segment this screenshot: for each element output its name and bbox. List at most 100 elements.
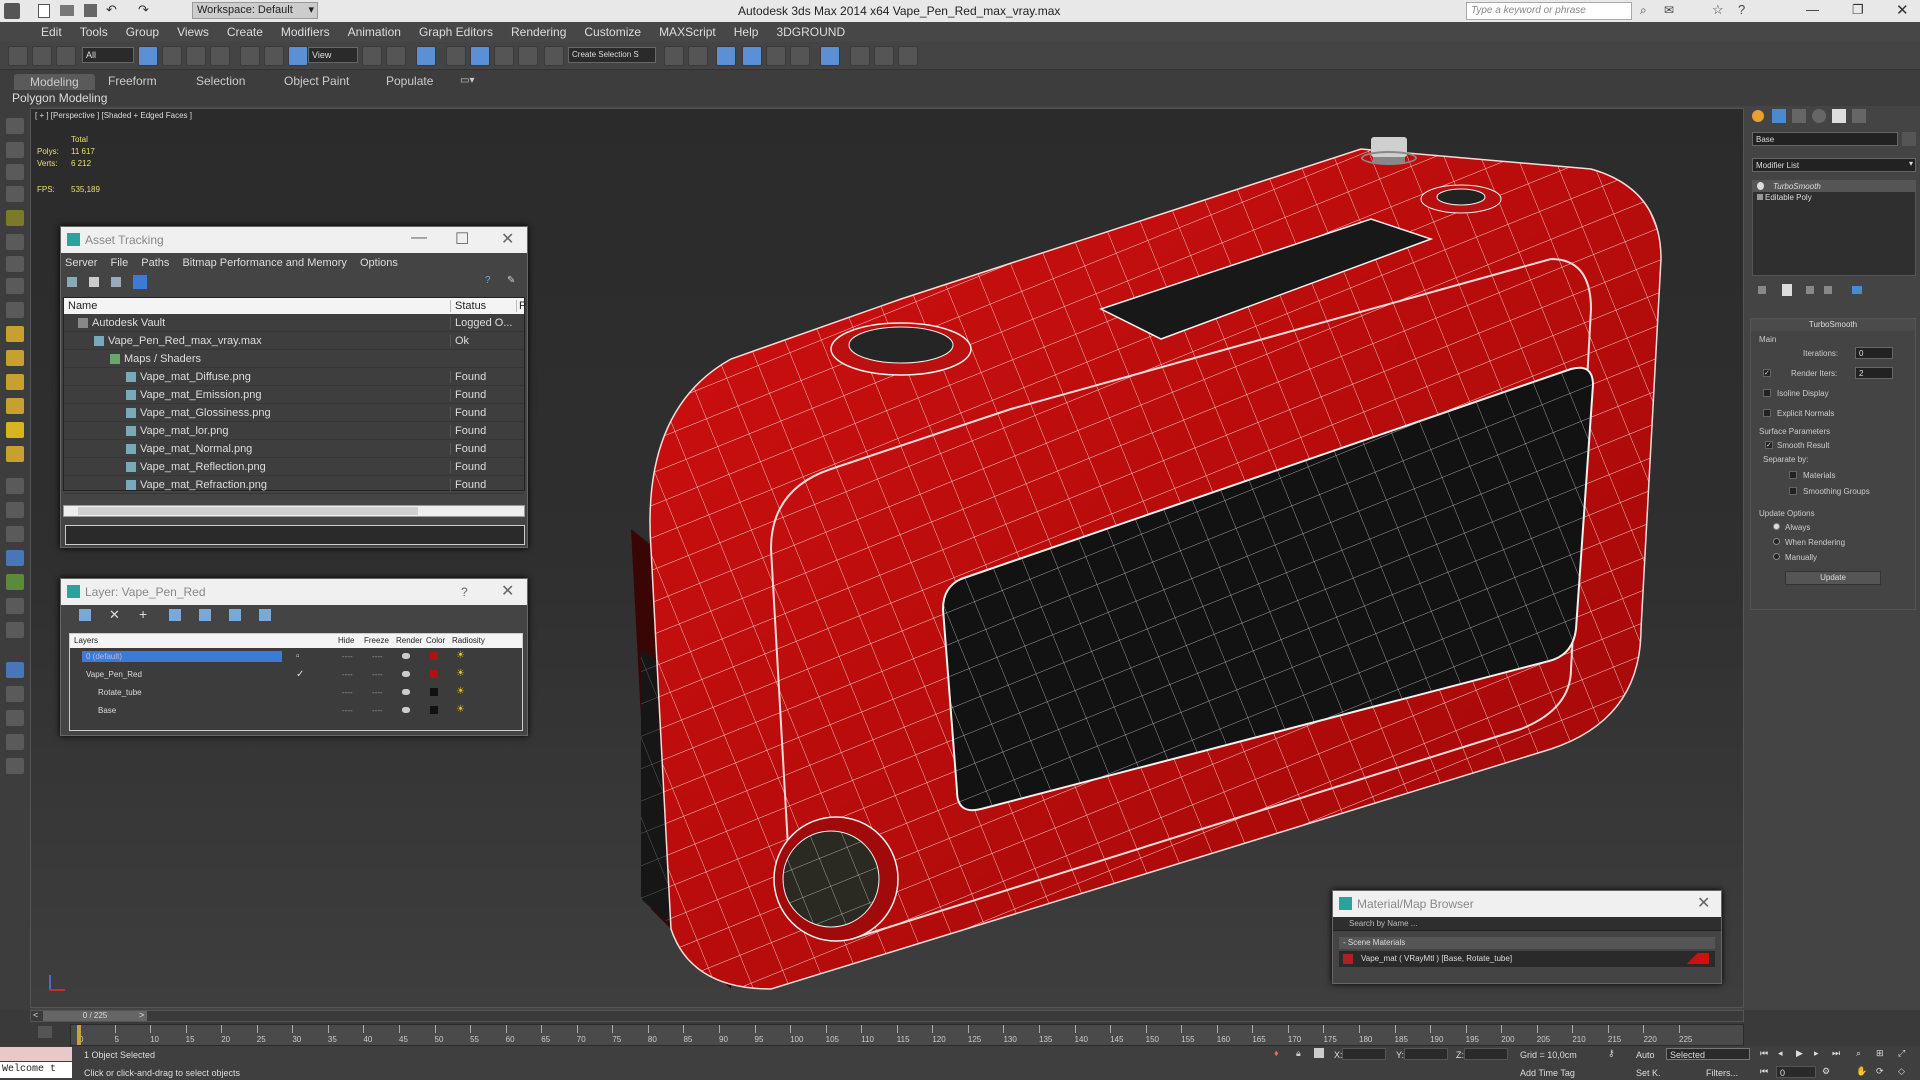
- hide-toggle[interactable]: ----: [342, 688, 353, 697]
- layer-manager-icon[interactable]: [6, 164, 24, 180]
- prev-frame-icon[interactable]: ◂: [1778, 1048, 1783, 1059]
- fov-icon[interactable]: ◇: [1898, 1066, 1905, 1077]
- layer-explorer-icon[interactable]: [716, 46, 736, 66]
- z-coord-field[interactable]: [1464, 1048, 1508, 1060]
- shape-icon[interactable]: [6, 302, 24, 318]
- graphite-icon[interactable]: [6, 186, 24, 202]
- pan-icon[interactable]: ✋: [1856, 1066, 1867, 1077]
- render-iters-checkbox[interactable]: ✓: [1763, 369, 1771, 377]
- materials-checkbox[interactable]: [1789, 471, 1797, 479]
- layer-window-titlebar[interactable]: Layer: Vape_Pen_Red ? ✕: [61, 579, 527, 605]
- asset-row[interactable]: Maps / Shaders: [64, 350, 524, 368]
- minimize-button[interactable]: —: [1806, 2, 1819, 17]
- link-icon[interactable]: [8, 46, 28, 66]
- render-teapot-icon[interactable]: [402, 689, 410, 695]
- set-key-button[interactable]: Set K.: [1636, 1068, 1661, 1078]
- zoom-all-icon[interactable]: ⊞: [1876, 1048, 1884, 1059]
- manually-radio[interactable]: [1773, 553, 1780, 560]
- close-button[interactable]: ✕: [501, 581, 514, 601]
- auto-key-button[interactable]: Auto: [1636, 1050, 1655, 1060]
- help-icon[interactable]: ?: [1738, 2, 1745, 17]
- hide-toggle[interactable]: ----: [342, 670, 353, 679]
- menu-item-options[interactable]: Options: [360, 257, 398, 269]
- menu-item-customize[interactable]: Customize: [575, 22, 650, 39]
- search-input[interactable]: Type a keyword or phrase: [1466, 2, 1632, 20]
- isoline-checkbox[interactable]: [1763, 389, 1771, 397]
- time-slider[interactable]: < 0 / 225 >: [30, 1010, 1744, 1022]
- col-hide[interactable]: Hide: [338, 636, 354, 645]
- sun-icon[interactable]: [6, 422, 24, 438]
- freeze-toggle[interactable]: ----: [372, 706, 383, 715]
- current-layer-icon[interactable]: ▫: [296, 651, 300, 662]
- edit-named-sets-icon[interactable]: [544, 46, 564, 66]
- x-coord-field[interactable]: [1342, 1048, 1386, 1060]
- keyboard-shortcut-icon[interactable]: [416, 46, 436, 66]
- time-slider-thumb[interactable]: 0 / 225: [43, 1011, 147, 1021]
- pin-icon[interactable]: ✎: [507, 275, 515, 286]
- globe-icon[interactable]: [6, 550, 24, 566]
- ribbon-options-icon[interactable]: ▭▾: [460, 75, 474, 86]
- asset-path-field[interactable]: [65, 525, 525, 545]
- hide-toggle[interactable]: ----: [342, 652, 353, 661]
- redo-icon[interactable]: ↷: [138, 2, 149, 18]
- modifier-list-dropdown[interactable]: Modifier List ▾: [1752, 158, 1916, 172]
- menu-item-group[interactable]: Group: [117, 22, 168, 39]
- box-icon[interactable]: [6, 326, 24, 342]
- menu-item-server[interactable]: Server: [65, 257, 97, 269]
- select-by-name-icon[interactable]: [162, 46, 182, 66]
- layer-row[interactable]: Base ---- ---- ☀: [70, 702, 522, 720]
- always-radio[interactable]: [1773, 523, 1780, 530]
- iterations-spinner[interactable]: 0: [1855, 347, 1893, 359]
- save-file-icon[interactable]: [84, 4, 97, 17]
- world-icon[interactable]: [6, 662, 24, 678]
- menu-item-graph-editors[interactable]: Graph Editors: [410, 22, 502, 39]
- layer-row[interactable]: 0 (default) ▫ ---- ---- ☀: [70, 648, 522, 666]
- add-to-layer-icon[interactable]: +: [139, 606, 147, 622]
- snaps-toggle-icon[interactable]: [446, 46, 466, 66]
- render-iters-spinner[interactable]: 2: [1855, 367, 1893, 379]
- current-frame-field[interactable]: 0: [1776, 1066, 1816, 1078]
- add-time-tag[interactable]: Add Time Tag: [1520, 1068, 1575, 1078]
- time-config-icon[interactable]: ⚙: [1822, 1066, 1830, 1077]
- asset-row[interactable]: Vape_mat_Diffuse.png Found: [64, 368, 524, 386]
- list-view-icon[interactable]: [89, 277, 99, 287]
- col-freeze[interactable]: Freeze: [364, 636, 389, 645]
- object-name-field[interactable]: Base: [1752, 132, 1898, 146]
- bind-space-warp-icon[interactable]: [56, 46, 76, 66]
- remove-modifier-icon[interactable]: [1824, 286, 1832, 294]
- asset-row[interactable]: Vape_mat_Emission.png Found: [64, 386, 524, 404]
- asset-row[interactable]: Vape_mat_Reflection.png Found: [64, 458, 524, 476]
- stack-item-turbosmooth[interactable]: TurboSmooth: [1753, 181, 1915, 192]
- create-tab-icon[interactable]: [1752, 110, 1764, 122]
- maximize-button[interactable]: ❐: [1852, 2, 1864, 18]
- workspace-dropdown[interactable]: Workspace: Default ▾: [192, 2, 318, 19]
- freeze-toggle[interactable]: ----: [372, 670, 383, 679]
- close-button[interactable]: ✕: [501, 229, 514, 249]
- move-icon[interactable]: [240, 46, 260, 66]
- layer-color-swatch[interactable]: [430, 688, 438, 696]
- absolute-mode-icon[interactable]: [1314, 1048, 1324, 1058]
- schematic-view-icon[interactable]: [790, 46, 810, 66]
- cloth-icon[interactable]: [6, 686, 24, 702]
- when-rendering-radio[interactable]: [1773, 538, 1780, 545]
- lock-selection-icon[interactable]: 🔒︎: [1296, 1048, 1301, 1059]
- binoculars-icon[interactable]: ⌕: [1640, 3, 1647, 18]
- asset-tracking-titlebar[interactable]: Asset Tracking — ☐ ✕: [61, 227, 527, 253]
- info-center-icon[interactable]: ✉: [1664, 3, 1674, 17]
- close-button[interactable]: ✕: [1896, 1, 1909, 19]
- table-view-icon[interactable]: [111, 277, 121, 287]
- pipe-icon[interactable]: [6, 710, 24, 726]
- menu-item-animation[interactable]: Animation: [339, 22, 410, 39]
- menu-item-file[interactable]: File: [110, 257, 128, 269]
- menu-item-create[interactable]: Create: [218, 22, 272, 39]
- layer-color-swatch[interactable]: [430, 652, 438, 660]
- spacewarp-icon[interactable]: [6, 478, 24, 494]
- layer-color-swatch[interactable]: [430, 706, 438, 714]
- highlight-layer-icon[interactable]: [199, 609, 211, 621]
- y-coord-field[interactable]: [1404, 1048, 1448, 1060]
- scene-materials-group[interactable]: - Scene Materials: [1339, 937, 1715, 949]
- show-end-result-icon[interactable]: [1782, 284, 1792, 296]
- col-render[interactable]: Render: [396, 636, 422, 645]
- key-filters-button[interactable]: Filters...: [1706, 1068, 1738, 1078]
- mirror-icon[interactable]: [664, 46, 684, 66]
